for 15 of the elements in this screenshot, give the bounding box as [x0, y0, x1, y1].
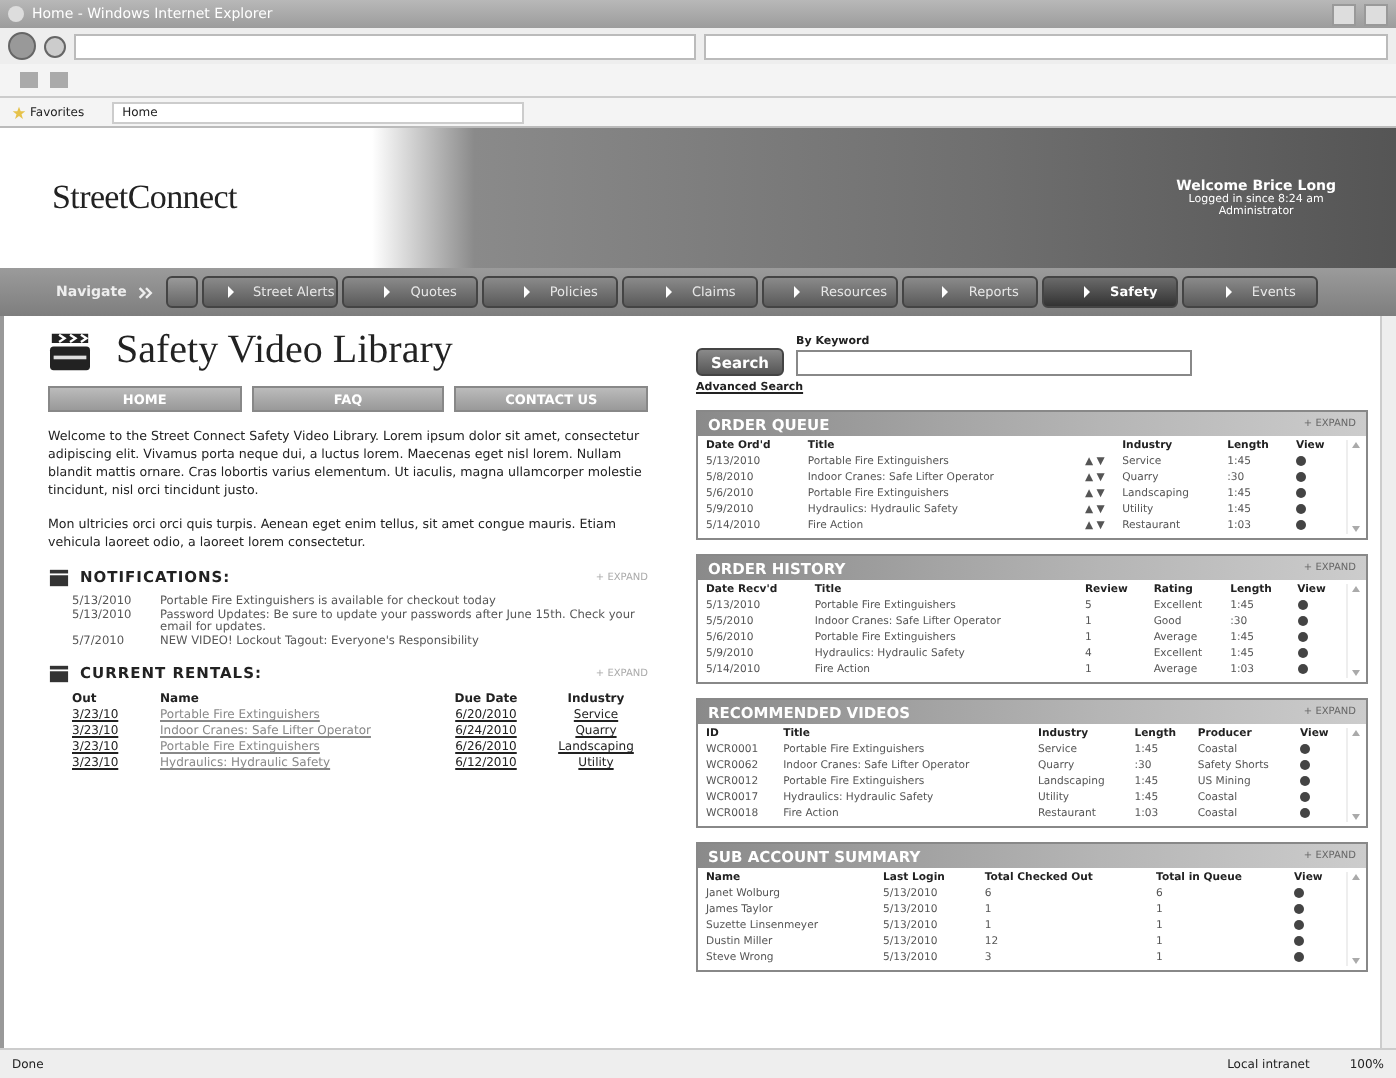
- forward-button[interactable]: [44, 35, 66, 57]
- home-nav-button[interactable]: [166, 276, 199, 308]
- back-button[interactable]: [8, 32, 36, 60]
- search-field[interactable]: [704, 33, 1388, 59]
- address-field[interactable]: [74, 33, 696, 59]
- clapperboard-icon: [48, 663, 70, 684]
- star-icon: [12, 105, 26, 119]
- page-title: Safety Video Library: [116, 328, 453, 374]
- site-logo[interactable]: StreetConnect: [0, 128, 372, 268]
- chevron-icon: [138, 285, 155, 299]
- scrollbar[interactable]: [1380, 316, 1396, 1048]
- keyword-field[interactable]: [796, 350, 1192, 376]
- clapperboard-icon: [48, 331, 92, 371]
- clapperboard-icon: [48, 567, 70, 588]
- browser-icon: [8, 6, 24, 22]
